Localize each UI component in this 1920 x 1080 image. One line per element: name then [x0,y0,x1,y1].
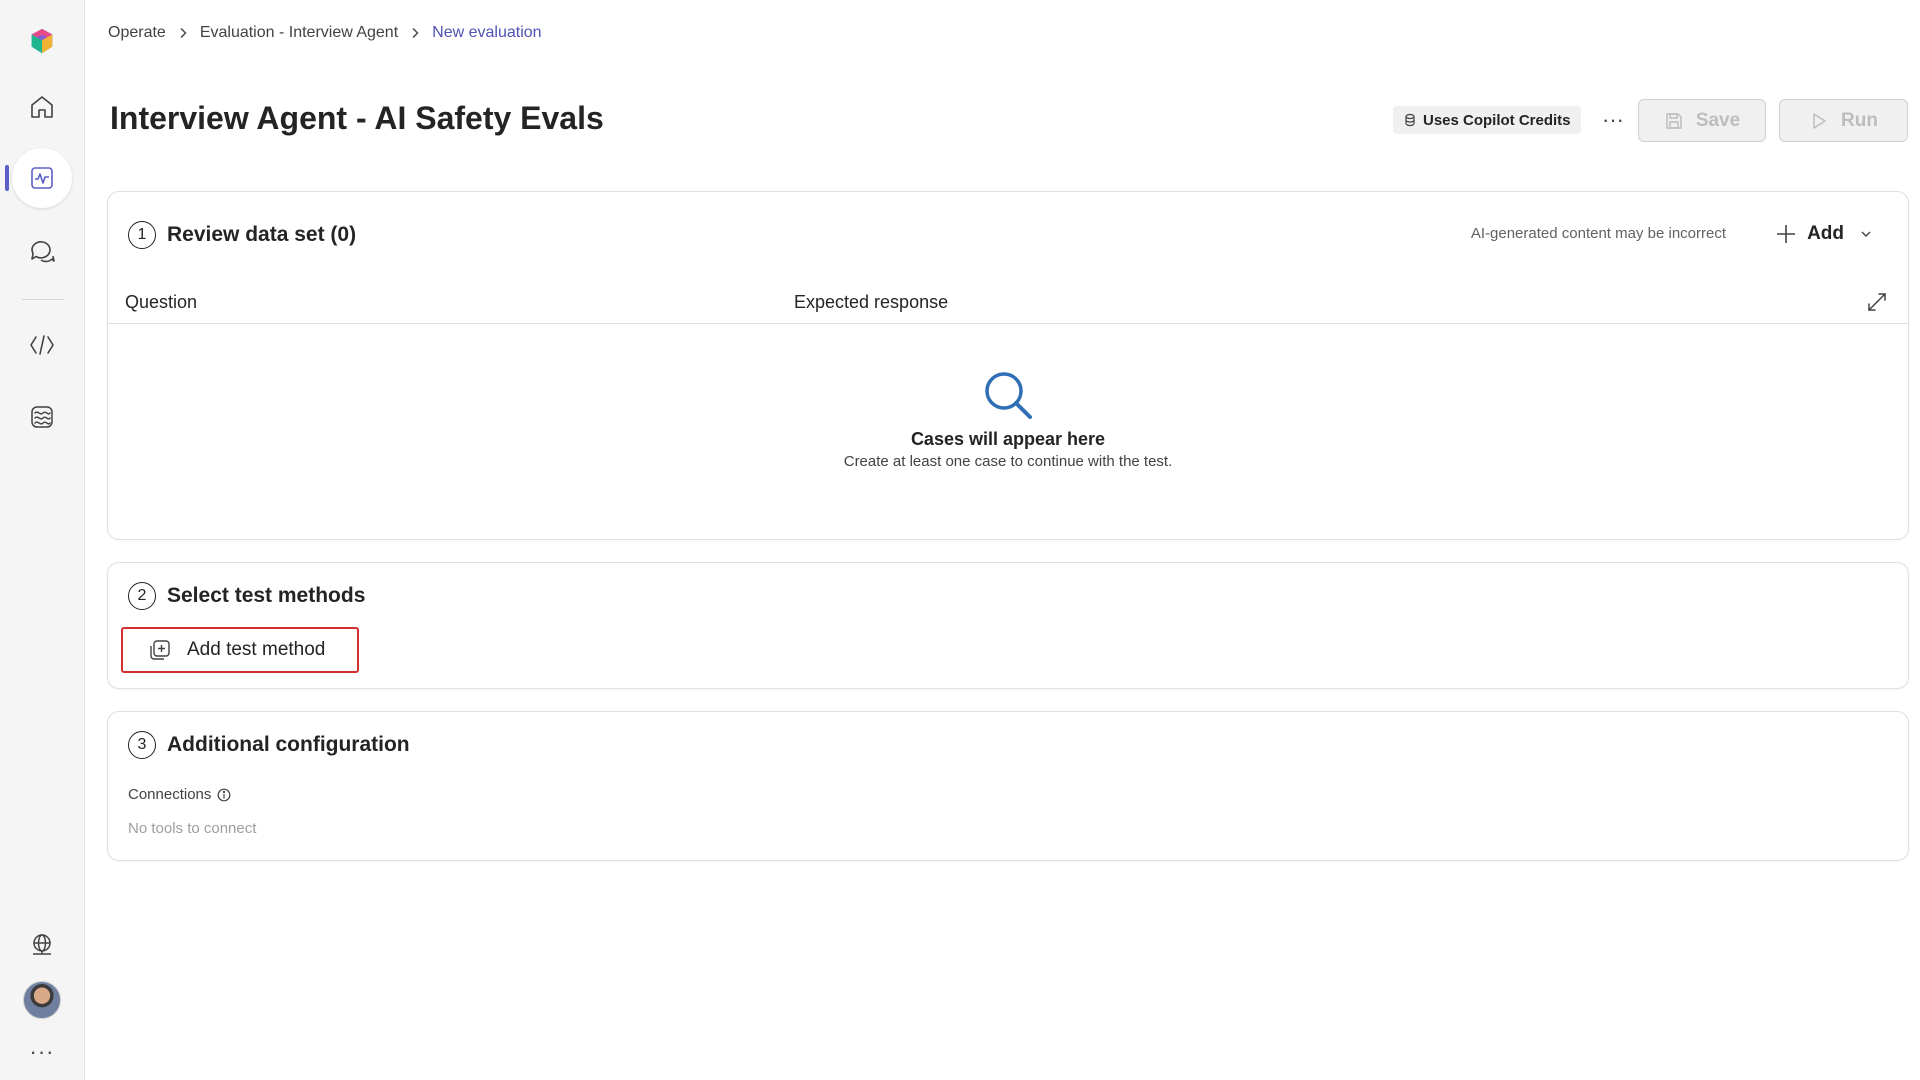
add-test-method-button[interactable]: Add test method [121,627,359,673]
chevron-right-icon [166,27,200,39]
plus-icon [1777,225,1796,243]
save-button[interactable]: Save [1638,99,1766,142]
left-rail: ··· [0,0,85,1080]
breadcrumb-current[interactable]: New evaluation [432,24,541,42]
table-header: Question Expected response [108,284,1908,324]
run-button[interactable]: Run [1779,99,1908,142]
add-dropdown-button[interactable]: Add [1775,219,1872,249]
chat-icon[interactable] [12,221,72,281]
connections-text: Connections [128,786,212,803]
search-icon [985,372,1032,419]
review-data-set-section: 1 Review data set (0) AI-generated conte… [107,191,1909,540]
save-label: Save [1695,109,1741,131]
add-test-method-label: Add test method [187,639,326,660]
section-title: Additional configuration [167,733,410,756]
credits-label: Uses Copilot Credits [1423,111,1571,129]
section-header: 1 Review data set (0) [128,221,356,249]
breadcrumb-evaluation[interactable]: Evaluation - Interview Agent [200,24,398,42]
add-label: Add [1807,223,1844,244]
ai-disclaimer: AI-generated content may be incorrect [1470,225,1726,242]
chevron-right-icon [398,27,432,39]
section-title: Select test methods [167,584,366,607]
select-test-methods-section: 2 Select test methods Add test method [107,562,1909,689]
copilot-credits-badge: Uses Copilot Credits [1393,106,1581,134]
breadcrumb: Operate Evaluation - Interview Agent New… [108,22,542,44]
page-title: Interview Agent - AI Safety Evals [110,100,604,136]
breadcrumb-operate[interactable]: Operate [108,24,166,42]
empty-state-title: Cases will appear here [910,429,1106,449]
run-label: Run [1841,109,1878,131]
connections-label: Connections [128,786,231,803]
active-indicator [5,165,9,191]
connections-empty-text: No tools to connect [128,820,257,837]
additional-configuration-section: 3 Additional configuration Connections N… [107,711,1909,861]
more-actions-icon[interactable]: ··· [1596,107,1630,132]
step-number: 3 [128,731,156,759]
coins-icon [1405,113,1415,127]
column-expected-response: Expected response [794,292,949,312]
play-icon [1813,112,1826,129]
section-header: 3 Additional configuration [128,731,410,759]
app-logo-icon[interactable] [12,11,72,71]
section-header: 2 Select test methods [128,582,365,610]
save-icon [1666,112,1682,129]
info-icon[interactable] [217,788,231,802]
evaluation-icon[interactable] [12,148,72,208]
user-avatar[interactable] [23,981,61,1019]
expand-icon[interactable] [1866,291,1888,313]
rail-divider [22,299,64,300]
home-icon[interactable] [12,77,72,137]
add-square-icon [150,640,170,660]
step-number: 2 [128,582,156,610]
step-number: 1 [128,221,156,249]
more-options-icon[interactable]: ··· [23,1039,61,1064]
globe-icon[interactable] [12,915,72,975]
empty-state: Cases will appear here Create at least o… [108,369,1908,473]
chevron-down-icon [1861,231,1871,237]
brain-icon[interactable] [12,387,72,447]
empty-state-subtitle: Create at least one case to continue wit… [843,453,1173,470]
code-icon[interactable] [12,315,72,375]
column-question: Question [125,292,198,312]
section-title: Review data set (0) [167,223,357,246]
